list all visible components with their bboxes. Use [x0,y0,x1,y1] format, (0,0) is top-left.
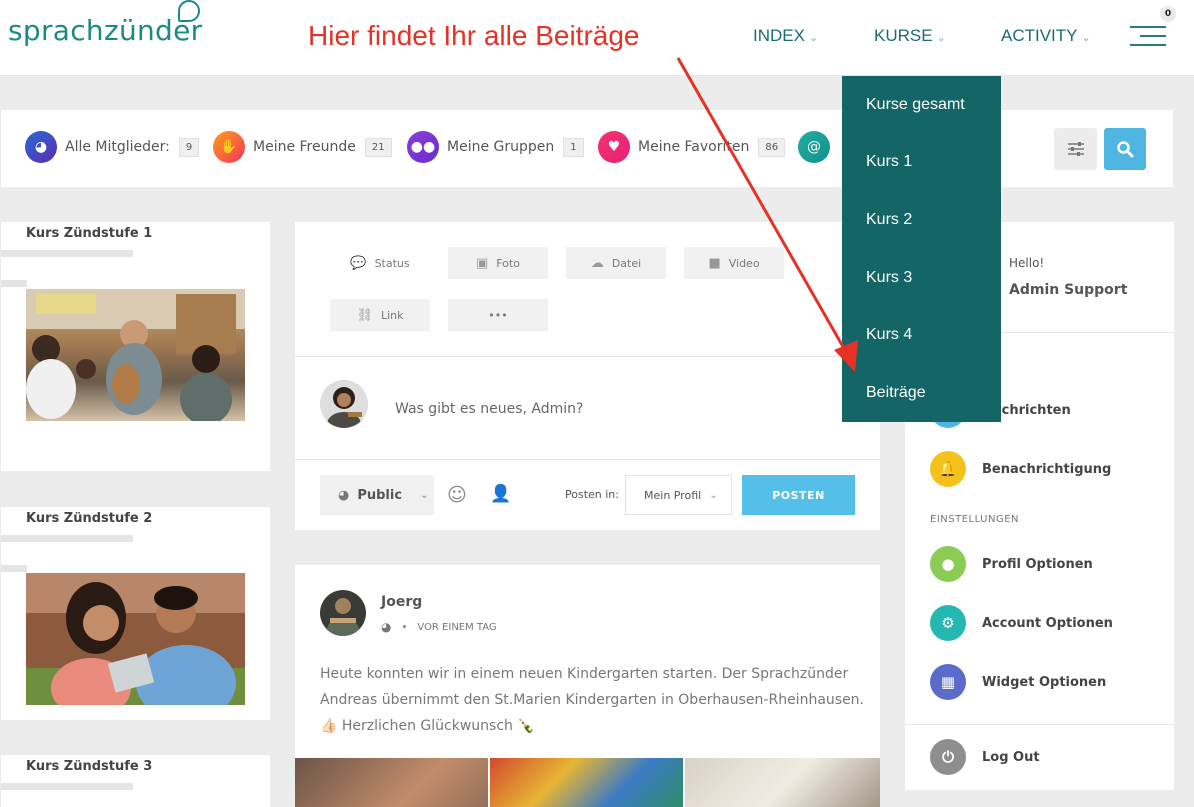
annotation-arrow [676,57,858,372]
